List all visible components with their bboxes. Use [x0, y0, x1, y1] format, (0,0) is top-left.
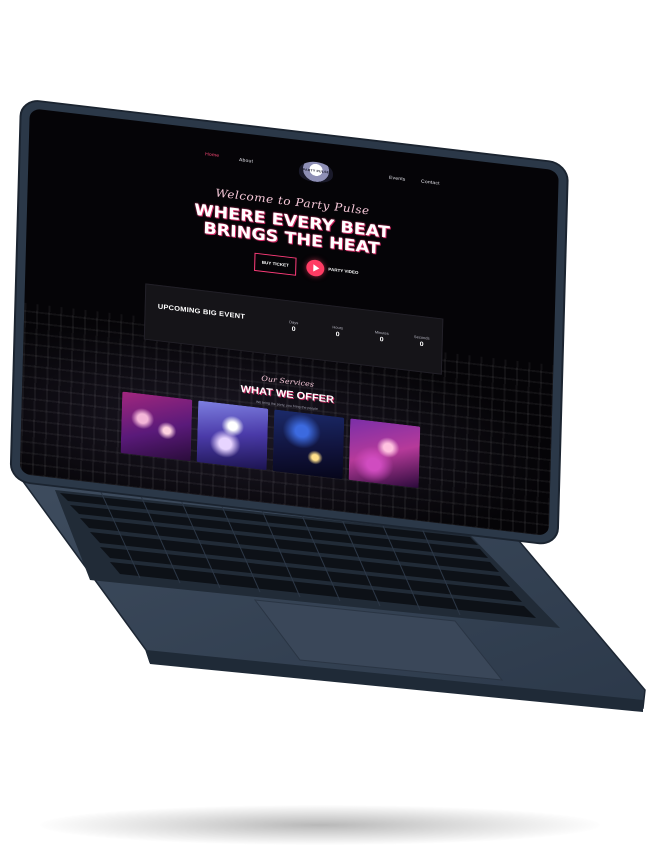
nav-link-contact[interactable]: Contact	[421, 179, 440, 187]
screen: Home About PARTY PULSE Events Contact We…	[19, 108, 559, 537]
countdown-days: Days 0	[275, 318, 311, 335]
countdown-minutes: Minutes 0	[363, 328, 399, 345]
nav-link-about[interactable]: About	[239, 157, 253, 164]
website-viewport: Home About PARTY PULSE Events Contact We…	[19, 108, 559, 537]
logo-text: PARTY PULSE	[302, 167, 330, 175]
service-image-2[interactable]	[196, 400, 269, 471]
nav-link-home[interactable]: Home	[205, 152, 219, 159]
nav-link-events[interactable]: Events	[389, 175, 406, 182]
service-image-1[interactable]	[120, 391, 193, 462]
service-image-4[interactable]	[348, 418, 421, 489]
party-video-link[interactable]: PARTY VIDEO	[328, 267, 358, 275]
countdown-seconds: Seconds 0	[403, 333, 439, 350]
laptop-lid: Home About PARTY PULSE Events Contact We…	[11, 100, 567, 545]
buy-ticket-button[interactable]: BUY TICKET	[254, 252, 297, 276]
service-image-3[interactable]	[272, 409, 345, 480]
logo-icon[interactable]: PARTY PULSE	[298, 159, 334, 184]
countdown-hours: Hours 0	[319, 323, 355, 340]
play-icon[interactable]	[306, 258, 325, 278]
countdown-title: UPCOMING BIG EVENT	[157, 302, 246, 321]
